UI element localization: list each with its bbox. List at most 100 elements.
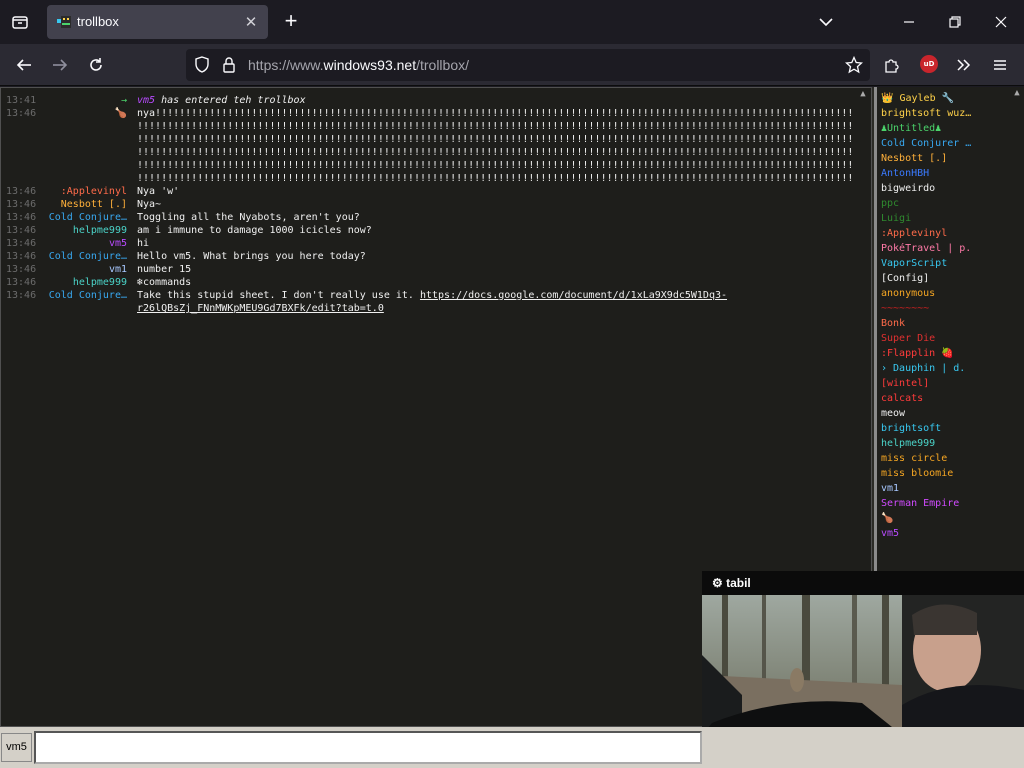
message-text: number 15 [137,264,192,275]
minimize-icon[interactable] [898,11,920,33]
close-window-icon[interactable] [990,11,1012,33]
ublock-origin-icon[interactable]: uD [920,55,938,73]
user-list-item[interactable]: [Config] [881,271,929,286]
message-text: Nya~ [137,199,162,210]
google-docs-link-continuation[interactable]: r26lQBsZj_FNnMWKpMEU9Gd7BXFk/edit?tab=t.… [137,303,384,314]
chat-message: 13:46 vm5 hi [1,237,871,250]
user-list-item[interactable]: Super Die [881,331,935,346]
tabil-logo: ⚙ tabil [712,576,751,590]
lock-icon[interactable] [222,56,236,74]
message-nick[interactable]: Cold Conjure… [49,250,127,263]
user-list-item[interactable]: :Applevinyl [881,226,947,241]
chevron-down-icon[interactable] [816,12,836,32]
user-list-item[interactable]: vm5 [881,526,899,541]
message-nick[interactable]: Cold Conjure… [49,289,127,302]
address-bar[interactable]: https://www.windows93.net/trollbox/ [186,49,870,81]
message-input[interactable] [34,731,702,764]
user-list-item[interactable]: anonymous [881,286,935,301]
message-time: 13:46 [6,290,37,301]
user-list-item[interactable]: PokéTravel | p. [881,241,971,256]
chat-message: 13:46 helpme999 am i immune to damage 10… [1,224,871,237]
message-text: Take this stupid sheet. I don't really u… [137,290,728,301]
user-list-item[interactable]: helpme999 [881,436,935,451]
user-list-item[interactable]: VaporScript [881,256,947,271]
user-list-item[interactable]: 🍗 [881,511,893,526]
chat-input-bar: vm5 [0,727,1024,768]
nickname-button[interactable]: vm5 [1,733,32,762]
message-text: am i immune to damage 1000 icicles now? [137,225,372,236]
user-list-item[interactable]: :Flapplin 🍓 [881,346,954,361]
user-list-item[interactable]: miss bloomie [881,466,953,481]
user-list-item[interactable]: brightsoft [881,421,941,436]
message-nick[interactable]: Cold Conjure… [49,211,127,224]
user-list-item[interactable]: bigweirdo [881,181,935,196]
overflow-menu-icon[interactable] [952,53,976,77]
message-nick[interactable]: helpme999 [73,224,127,237]
message-nick[interactable]: :Applevinyl [61,185,127,198]
user-list-item[interactable]: Cold Conjurer … [881,136,971,151]
bookmark-star-icon[interactable] [845,56,863,74]
user-list-item[interactable]: › Dauphin | d. [881,361,965,376]
message-text-continuation: r26lQBsZj_FNnMWKpMEU9Gd7BXFk/edit?tab=t.… [137,302,384,315]
user-list[interactable]: ▲ 👑 Gayleb 🔧 brightsoft wuz… ♟Untitled♟ Col… [874,87,1024,571]
tab-trollbox[interactable]: trollbox ✕ [47,5,268,39]
chat-message: 13:46 :Applevinyl Nya 'w' [1,185,871,198]
chat-message: 13:46 Cold Conjure… Take this stupid she… [1,289,871,302]
user-list-item[interactable]: ~~~~~~~~ [881,301,929,316]
user-list-item[interactable]: AntonHBH [881,166,929,181]
restore-icon[interactable] [944,11,966,33]
new-tab-icon[interactable]: + [280,10,302,34]
message-text: ❄commands [137,277,192,288]
user-list-item[interactable]: Luigi [881,211,911,226]
message-text-continuation: !!!!!!!!!!!!!!!!!!!!!!!!!!!!!!!!!!!!!!!!… [137,121,872,132]
google-docs-link[interactable]: https://docs.google.com/document/d/1xLa9… [420,290,727,301]
message-text: nya!!!!!!!!!!!!!!!!!!!!!!!!!!!!!!!!!!!!!… [137,108,872,119]
message-time: 13:46 [6,251,37,262]
message-time: 13:46 [6,186,37,197]
user-list-item[interactable]: miss circle [881,451,947,466]
extensions-icon[interactable] [880,53,904,77]
message-text: Hello vm5. What brings you here today? [137,251,366,262]
user-list-item[interactable]: calcats [881,391,923,406]
message-nick[interactable]: helpme999 [73,276,127,289]
scroll-up-icon[interactable]: ▲ [856,88,870,100]
trollbox-favicon-icon [57,16,71,28]
message-time: 13:46 [6,199,37,210]
user-list-item[interactable]: meow [881,406,905,421]
user-list-item[interactable]: ♟Untitled♟ [881,121,941,136]
scroll-up-icon[interactable]: ▲ [1010,87,1024,99]
message-nick[interactable]: 🍗 [115,107,127,120]
close-tab-icon[interactable]: ✕ [242,13,260,31]
forward-arrow-icon[interactable] [48,53,72,77]
message-nick[interactable]: Nesbott [.] [61,198,127,211]
message-text-continuation: !!!!!!!!!!!!!!!!!!!!!!!!!!!!!!!!!!!!!!!!… [137,173,872,184]
userlist-scrollbar[interactable]: ▲ [1010,87,1024,571]
hamburger-menu-icon[interactable] [988,53,1012,77]
user-list-item[interactable]: ppc [881,196,899,211]
url-text[interactable]: https://www.windows93.net/trollbox/ [248,57,469,73]
user-list-item[interactable]: [wintel] [881,376,929,391]
user-list-item[interactable]: 👑 Gayleb 🔧 [881,91,954,106]
chat-message: 13:46 Cold Conjure… Toggling all the Nya… [1,211,871,224]
message-time: 13:46 [6,277,37,288]
message-time: 13:41 [6,95,37,106]
back-arrow-icon[interactable] [12,53,36,77]
message-nick[interactable]: vm1 [109,263,127,276]
chat-message: 13:46 Cold Conjure… Hello vm5. What brin… [1,250,871,263]
reload-icon[interactable] [84,53,108,77]
message-time: 13:46 [6,238,37,249]
shield-icon[interactable] [194,56,210,74]
user-list-item[interactable]: Serman Empire [881,496,959,511]
message-nick[interactable]: vm5 [109,237,127,250]
message-time: 13:46 [6,225,37,236]
user-list-item[interactable]: Bonk [881,316,905,331]
video-frame[interactable] [702,595,1024,735]
chat-message: 13:46 🍗 nya!!!!!!!!!!!!!!!!!!!!!!!!!!!!!… [1,107,871,120]
system-message: vm5 has entered teh trollbox [137,95,306,106]
system-arrow-icon: → [120,95,127,106]
user-list-item[interactable]: brightsoft wuz… [881,106,971,121]
user-list-item[interactable]: Nesbott [.] [881,151,947,166]
user-list-item[interactable]: vm1 [881,481,899,496]
message-text: Toggling all the Nyabots, aren't you? [137,212,360,223]
tab-list-icon[interactable] [8,10,32,34]
